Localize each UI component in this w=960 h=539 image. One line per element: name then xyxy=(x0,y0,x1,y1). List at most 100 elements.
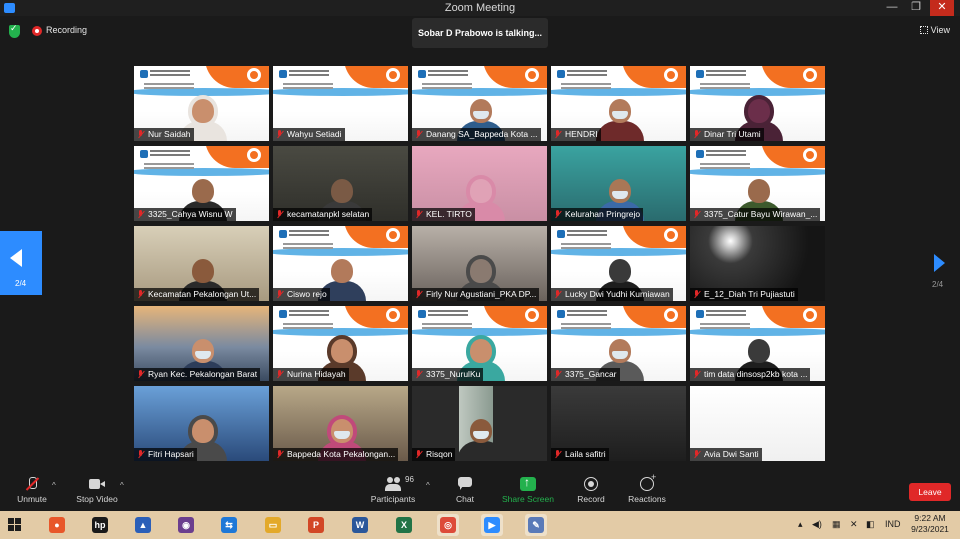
record-icon xyxy=(583,477,599,491)
participant-name-label: 3375_Catur Bayu Wirawan_... xyxy=(690,208,821,221)
title-bar: Zoom Meeting — ❐ ✕ xyxy=(0,0,960,16)
taskbar-hp-icon[interactable]: hp xyxy=(89,514,111,536)
taskbar-chrome-icon[interactable]: ◎ xyxy=(437,514,459,536)
participant-video-tile[interactable]: Kecamatan Pekalongan Ut... xyxy=(134,226,269,301)
taskbar-media-icon[interactable]: ◉ xyxy=(175,514,197,536)
video-options-caret[interactable]: ^ xyxy=(120,481,124,490)
participant-video-tile[interactable]: Wahyu Setiadi xyxy=(273,66,408,141)
participant-name: Ciswo rejo xyxy=(287,289,327,299)
participant-video-tile[interactable]: KEL. TIRTO xyxy=(412,146,547,221)
taskbar-excel-icon[interactable]: X xyxy=(393,514,415,536)
participant-video-tile[interactable]: Firly Nur Agustiani_PKA DP... xyxy=(412,226,547,301)
participant-name: 3325_Cahya Wisnu W xyxy=(148,209,233,219)
participant-name-label: Fitri Hapsari xyxy=(134,448,197,461)
taskbar-clock[interactable]: 9:22 AM 9/23/2021 xyxy=(905,513,955,535)
muted-microphone-icon xyxy=(24,477,40,491)
taskbar-firefox-icon[interactable]: ● xyxy=(46,514,68,536)
participant-video-tile[interactable]: Danang SA_Bappeda Kota ... xyxy=(412,66,547,141)
participant-name: Nur Saidah xyxy=(148,129,191,139)
participant-video-tile[interactable]: Bappeda Kota Pekalongan... xyxy=(273,386,408,461)
participant-video-tile[interactable]: HENDRI xyxy=(551,66,686,141)
taskbar-tool-icon[interactable]: ✎ xyxy=(525,514,547,536)
participant-name: HENDRI xyxy=(565,129,598,139)
muted-mic-icon xyxy=(693,370,701,379)
unmute-button[interactable]: Unmute xyxy=(12,471,52,511)
taskbar-word-icon[interactable]: W xyxy=(349,514,371,536)
participant-video-tile[interactable]: Laila safitri xyxy=(551,386,686,461)
windows-start-icon[interactable] xyxy=(8,518,22,532)
taskbar-explorer-icon[interactable]: ▭ xyxy=(262,514,284,536)
participant-name-label: 3375_NurulKu xyxy=(412,368,484,381)
stop-video-button[interactable]: Stop Video xyxy=(74,471,120,511)
leave-button[interactable]: Leave xyxy=(909,483,951,501)
muted-mic-icon xyxy=(276,130,284,139)
participant-name: Nurina Hidayah xyxy=(287,369,346,379)
language-indicator[interactable]: IND xyxy=(885,519,901,529)
participant-video-tile[interactable]: Lucky Dwi Yudhi Kurniawan xyxy=(551,226,686,301)
page-indicator-right: 2/4 xyxy=(932,280,944,289)
participant-name-label: Bappeda Kota Pekalongan... xyxy=(273,448,399,461)
encryption-shield-icon[interactable] xyxy=(9,23,20,38)
participant-video-tile[interactable]: Dinar Tri Utami xyxy=(690,66,825,141)
minimize-button[interactable]: — xyxy=(880,0,904,16)
participant-figure xyxy=(595,97,644,141)
active-speaker-banner: Sobar D Prabowo is talking... xyxy=(412,18,548,48)
participants-options-caret[interactable]: ^ xyxy=(426,481,430,490)
muted-mic-icon xyxy=(554,290,562,299)
speaker-muted-icon[interactable]: ✕ xyxy=(850,519,858,530)
maximize-button[interactable]: ❐ xyxy=(904,0,928,16)
participants-label: Participants xyxy=(370,494,416,504)
participant-video-tile[interactable]: 3375_NurulKu xyxy=(412,306,547,381)
participant-name-label: Avia Dwi Santi xyxy=(690,448,762,461)
participant-name: Kelurahan Pringrejo xyxy=(565,209,641,219)
participant-video-tile[interactable]: Fitri Hapsari xyxy=(134,386,269,461)
taskbar-teamviewer-icon[interactable]: ⇆ xyxy=(218,514,240,536)
taskbar-scanner-icon[interactable]: ▲ xyxy=(132,514,154,536)
next-page-button[interactable]: 2/4 xyxy=(926,250,952,294)
muted-mic-icon xyxy=(276,290,284,299)
participant-name: kecamatanpkl selatan xyxy=(287,209,370,219)
participant-video-tile[interactable]: Ryan Kec. Pekalongan Barat xyxy=(134,306,269,381)
muted-mic-icon xyxy=(415,370,423,379)
participant-video-tile[interactable]: Risqon xyxy=(412,386,547,461)
share-screen-label: Share Screen xyxy=(502,494,554,504)
chat-button[interactable]: Chat xyxy=(450,471,480,511)
participant-video-tile[interactable]: 3375_Gancar xyxy=(551,306,686,381)
participant-name: 3375_NurulKu xyxy=(426,369,481,379)
taskbar-app-glyph: ▶ xyxy=(484,517,500,533)
notification-icon[interactable]: ◧ xyxy=(866,519,875,530)
view-button[interactable]: View xyxy=(919,25,950,35)
share-screen-button[interactable]: Share Screen xyxy=(501,471,555,511)
network-icon[interactable]: ▦ xyxy=(832,519,841,530)
muted-mic-icon xyxy=(276,450,284,459)
participant-video-tile[interactable]: Ciswo rejo xyxy=(273,226,408,301)
participant-video-tile[interactable]: Nur Saidah xyxy=(134,66,269,141)
previous-page-button[interactable]: 2/4 xyxy=(0,231,42,295)
taskbar-powerpoint-icon[interactable]: P xyxy=(305,514,327,536)
recording-label[interactable]: Recording xyxy=(46,25,87,35)
tray-expand-icon[interactable]: ▴ xyxy=(798,519,803,530)
volume-icon[interactable]: ◀) xyxy=(812,519,822,530)
muted-mic-icon xyxy=(554,210,562,219)
participant-name: tim data dinsosp2kb kota ... xyxy=(704,369,808,379)
arrow-right-icon xyxy=(934,254,945,272)
muted-mic-icon xyxy=(137,290,145,299)
participant-video-tile[interactable]: 3375_Catur Bayu Wirawan_... xyxy=(690,146,825,221)
participant-video-tile[interactable]: tim data dinsosp2kb kota ... xyxy=(690,306,825,381)
audio-options-caret[interactable]: ^ xyxy=(52,481,56,490)
participant-video-tile[interactable]: kecamatanpkl selatan xyxy=(273,146,408,221)
reactions-button[interactable]: Reactions xyxy=(626,471,668,511)
close-button[interactable]: ✕ xyxy=(930,0,954,16)
participant-video-tile[interactable]: Kelurahan Pringrejo xyxy=(551,146,686,221)
participant-name-label: HENDRI xyxy=(551,128,601,141)
participant-video-tile[interactable]: Nurina Hidayah xyxy=(273,306,408,381)
participant-name: Risqon xyxy=(426,449,453,459)
record-button[interactable]: Record xyxy=(574,471,608,511)
participant-video-tile[interactable]: Avia Dwi Santi xyxy=(690,386,825,461)
participant-name: Lucky Dwi Yudhi Kurniawan xyxy=(565,289,670,299)
taskbar-zoom-icon[interactable]: ▶ xyxy=(481,514,503,536)
participant-video-tile[interactable]: 3325_Cahya Wisnu W xyxy=(134,146,269,221)
participants-button[interactable]: 96 Participants xyxy=(368,471,418,511)
participant-video-tile[interactable]: E_12_Diah Tri Pujiastuti xyxy=(690,226,825,301)
participant-name-label: 3375_Gancar xyxy=(551,368,620,381)
